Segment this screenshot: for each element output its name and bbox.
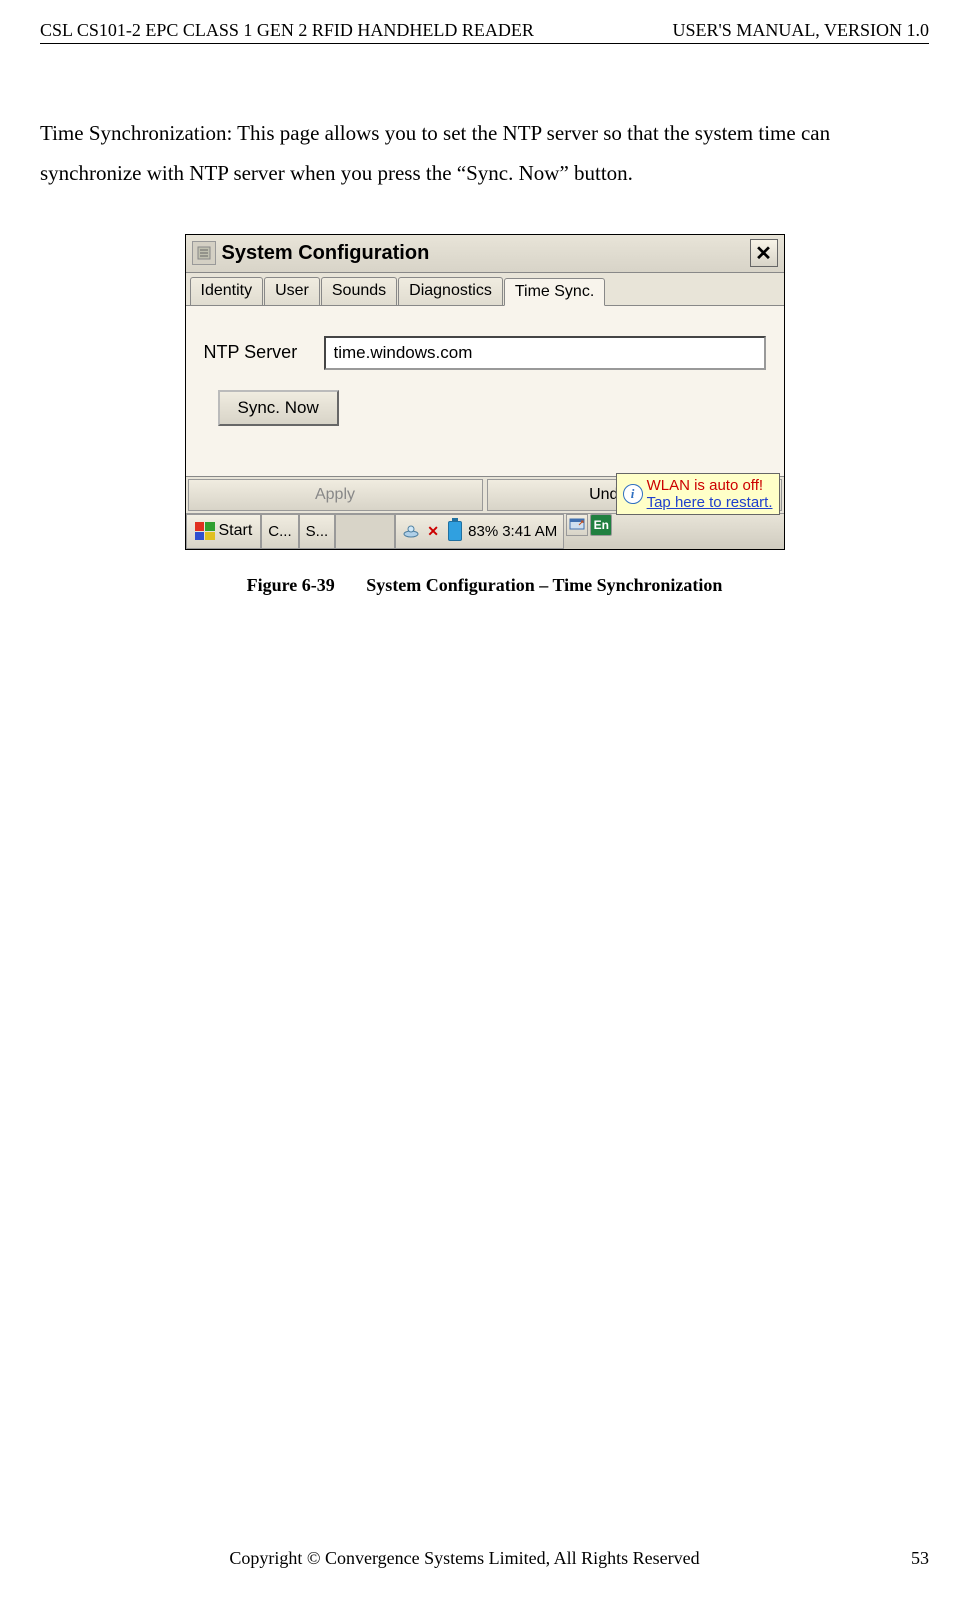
figure-caption: Figure 6-39 System Configuration – Time … xyxy=(40,575,929,596)
info-icon: i xyxy=(623,484,643,504)
tooltip-line2: Tap here to restart. xyxy=(647,494,773,511)
ntp-server-row: NTP Server xyxy=(204,336,766,370)
wlan-tooltip[interactable]: i WLAN is auto off! Tap here to restart. xyxy=(616,473,780,515)
apply-button[interactable]: Apply xyxy=(188,479,483,511)
body-paragraph: Time Synchronization: This page allows y… xyxy=(40,114,929,194)
window-icon xyxy=(192,241,216,265)
tooltip-text-container: WLAN is auto off! Tap here to restart. xyxy=(647,477,773,511)
dialog-button-bar: Apply Undo Chang i WLAN is auto off! Tap… xyxy=(186,476,784,513)
close-icon: ✕ xyxy=(755,241,772,266)
taskbar-item-2[interactable]: S... xyxy=(299,514,336,549)
windows-flag-icon xyxy=(195,522,215,540)
sync-now-button[interactable]: Sync. Now xyxy=(218,390,339,426)
window-titlebar: System Configuration ✕ xyxy=(186,235,784,273)
tab-strip: Identity User Sounds Diagnostics Time Sy… xyxy=(186,273,784,306)
taskbar-item-1[interactable]: C... xyxy=(261,514,298,549)
tab-panel-time-sync: NTP Server Sync. Now xyxy=(186,306,784,476)
header-left: CSL CS101-2 EPC CLASS 1 GEN 2 RFID HANDH… xyxy=(40,20,534,41)
start-button[interactable]: Start xyxy=(186,514,262,549)
system-config-window: System Configuration ✕ Identity User Sou… xyxy=(185,234,785,550)
taskbar-spacer xyxy=(335,514,395,549)
network-icon[interactable] xyxy=(402,522,420,540)
tab-sounds[interactable]: Sounds xyxy=(321,277,397,305)
ntp-server-input[interactable] xyxy=(324,336,766,370)
figure-number: Figure 6-39 xyxy=(247,575,335,595)
system-tray: ✕ 83% 3:41 AM xyxy=(395,514,564,549)
tab-time-sync[interactable]: Time Sync. xyxy=(504,278,605,306)
header-right: USER'S MANUAL, VERSION 1.0 xyxy=(673,20,929,41)
tab-user[interactable]: User xyxy=(264,277,320,305)
page-header: CSL CS101-2 EPC CLASS 1 GEN 2 RFID HANDH… xyxy=(40,20,929,44)
figure-title: System Configuration – Time Synchronizat… xyxy=(366,575,722,595)
ntp-server-label: NTP Server xyxy=(204,342,324,363)
clock-time: 3:41 AM xyxy=(502,523,557,540)
screenshot-figure: System Configuration ✕ Identity User Sou… xyxy=(40,234,929,550)
window-title: System Configuration xyxy=(222,242,750,265)
footer-copyright: Copyright © Convergence Systems Limited,… xyxy=(40,1548,889,1569)
tooltip-line1: WLAN is auto off! xyxy=(647,477,773,494)
page-footer: Copyright © Convergence Systems Limited,… xyxy=(40,1548,929,1569)
input-language-icon[interactable]: En xyxy=(590,514,612,536)
desktop-icon[interactable] xyxy=(566,514,588,536)
footer-page-number: 53 xyxy=(889,1548,929,1569)
start-label: Start xyxy=(219,522,253,540)
battery-icon[interactable] xyxy=(446,522,464,540)
disconnected-icon[interactable]: ✕ xyxy=(424,522,442,540)
close-button[interactable]: ✕ xyxy=(750,239,778,267)
tab-identity[interactable]: Identity xyxy=(190,277,264,305)
taskbar: Start C... S... ✕ 83% 3:41 AM xyxy=(186,513,784,549)
battery-percent: 83% xyxy=(468,523,498,540)
tab-diagnostics[interactable]: Diagnostics xyxy=(398,277,503,305)
